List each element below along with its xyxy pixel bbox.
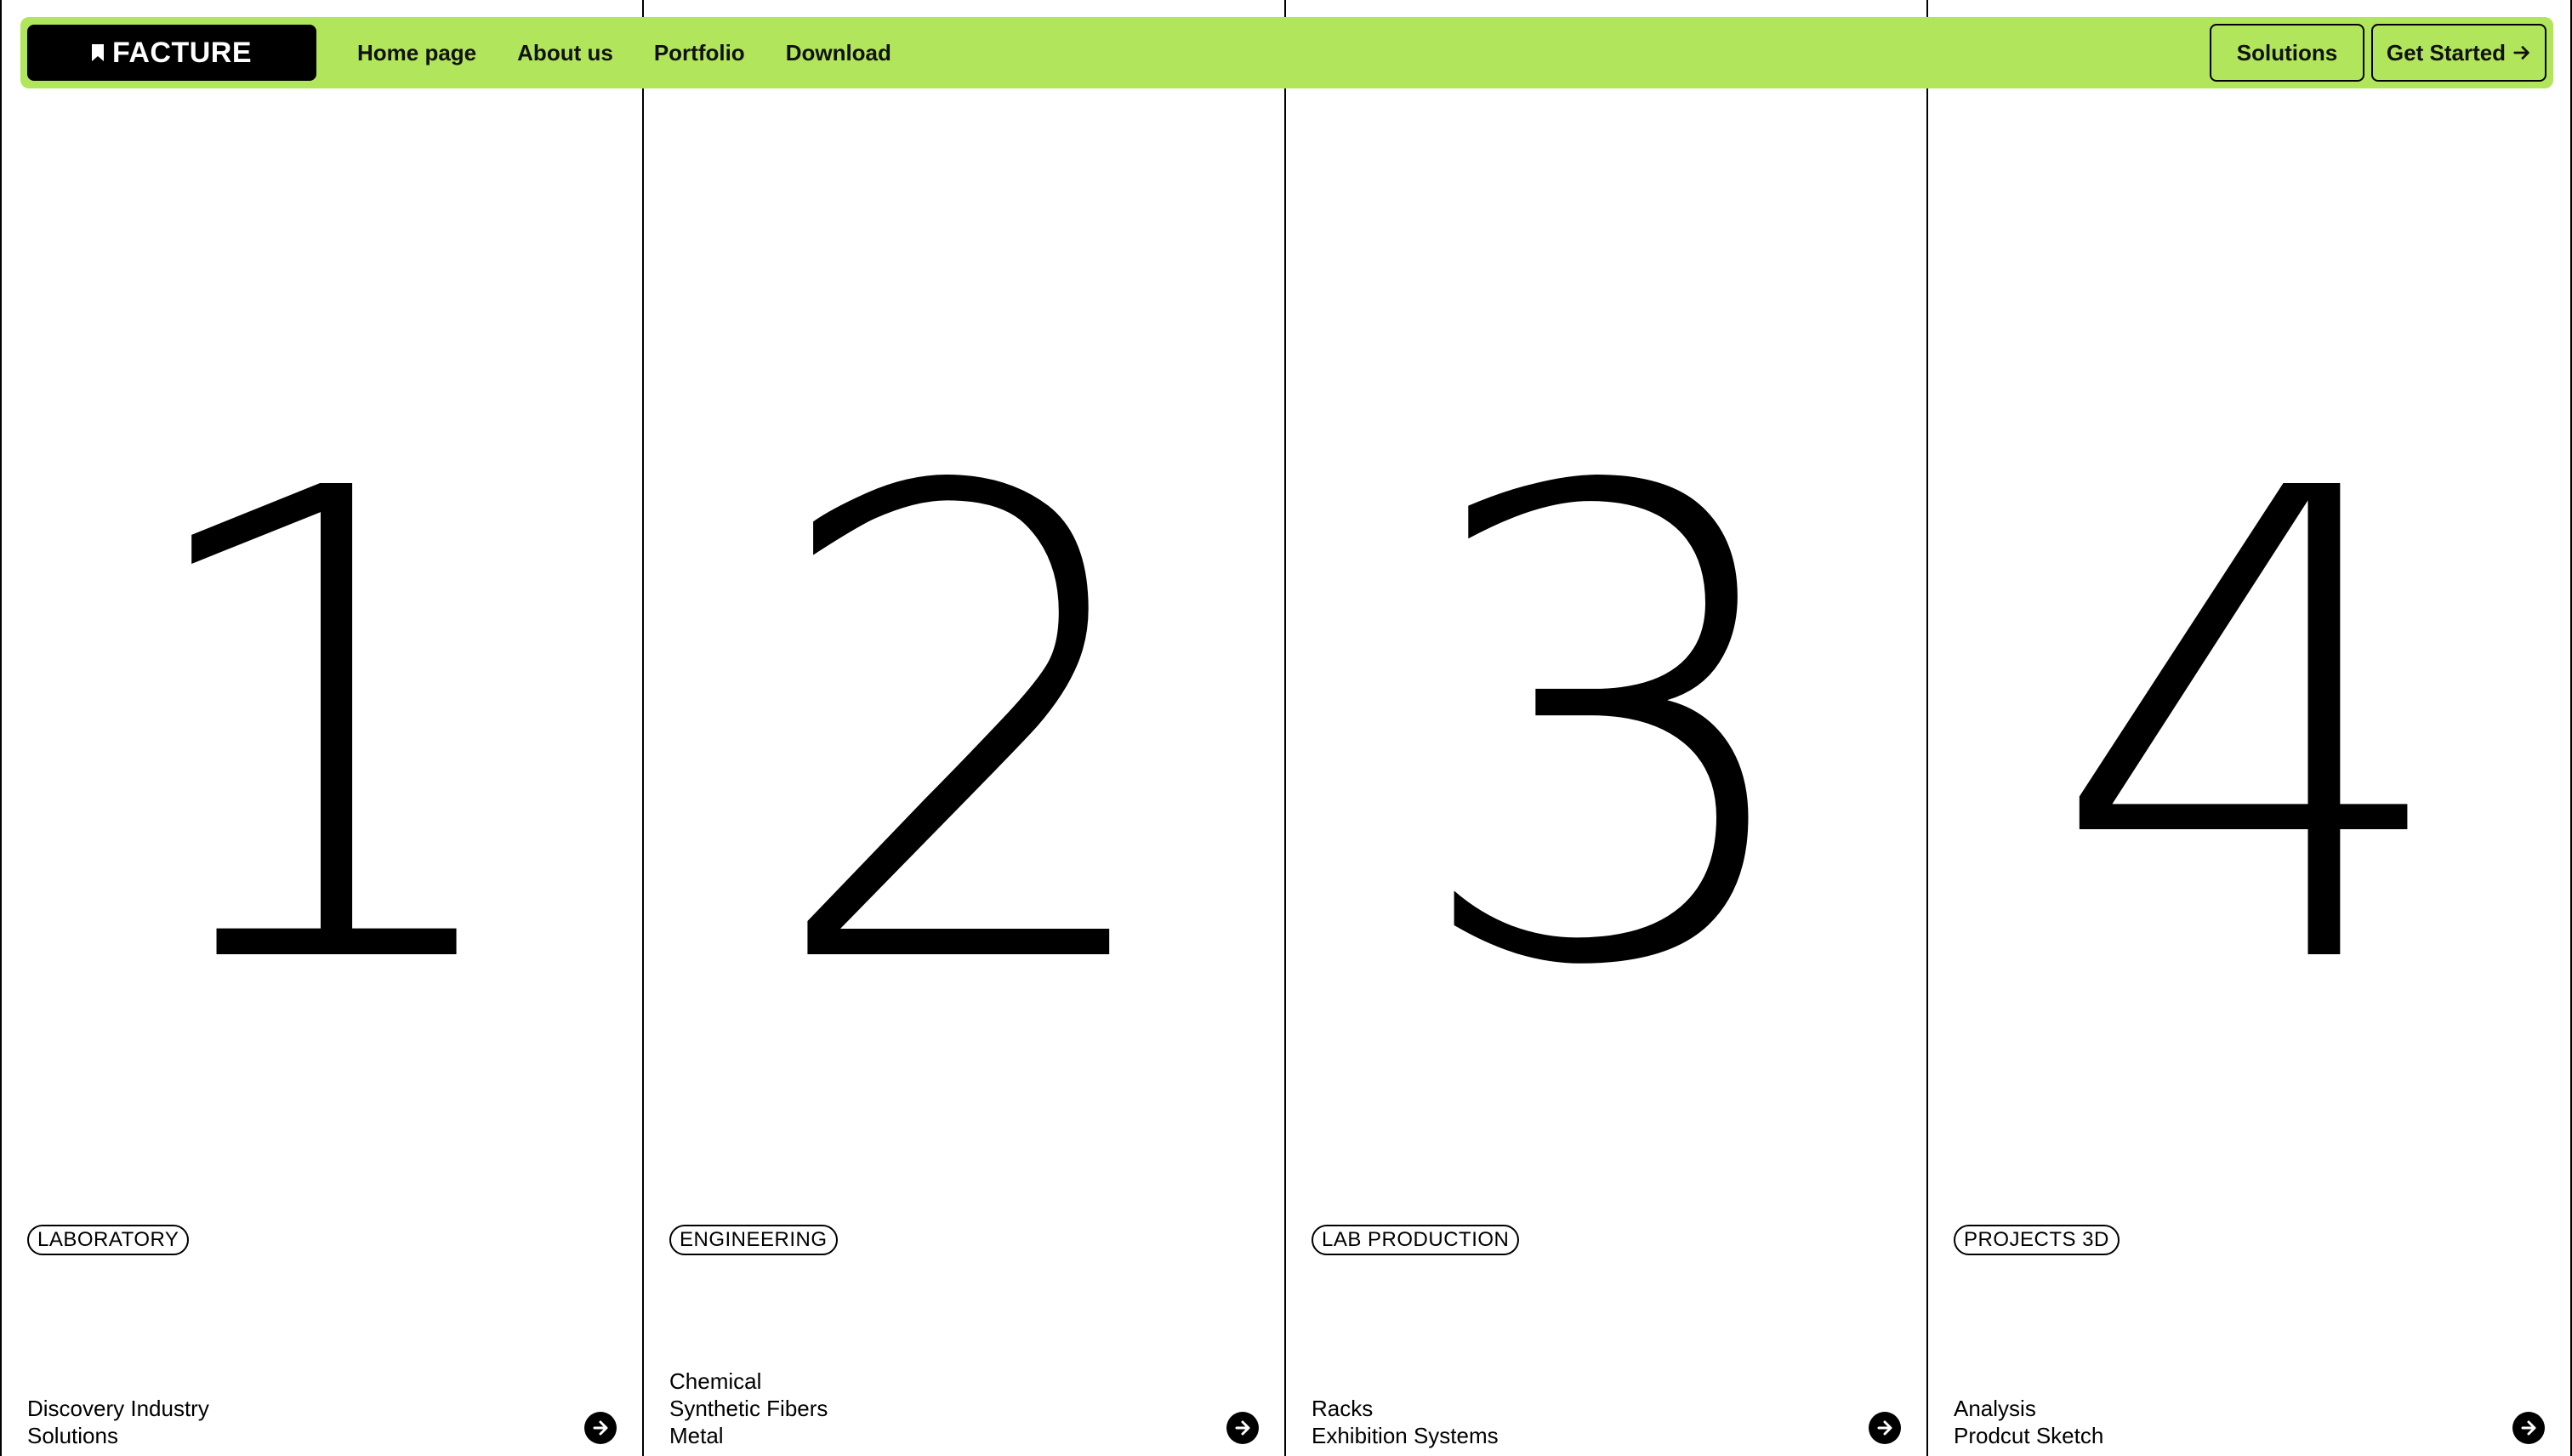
column-1[interactable]: 1 LABORATORY Discovery Industry Solution…: [2, 0, 644, 1456]
nav-link-about[interactable]: About us: [517, 40, 613, 66]
arrow-right-circle-icon[interactable]: [2512, 1412, 2545, 1444]
column-description: Discovery Industry Solutions: [27, 1395, 209, 1449]
nav-link-home[interactable]: Home page: [357, 40, 476, 66]
description-line: Prodcut Sketch: [1954, 1423, 2104, 1448]
column-description: Racks Exhibition Systems: [1312, 1395, 1499, 1449]
nav-actions: Solutions Get Started: [2210, 24, 2546, 82]
description-line: Exhibition Systems: [1312, 1423, 1499, 1448]
description-line: Metal: [669, 1423, 724, 1448]
category-tag: ENGINEERING: [669, 1225, 838, 1255]
get-started-button[interactable]: Get Started: [2371, 24, 2546, 82]
description-line: Racks: [1312, 1396, 1374, 1421]
nav-link-download[interactable]: Download: [786, 40, 891, 66]
column-3[interactable]: 3 LAB PRODUCTION Racks Exhibition System…: [1286, 0, 1928, 1456]
nav-link-portfolio[interactable]: Portfolio: [654, 40, 745, 66]
page: 1 LABORATORY Discovery Industry Solution…: [0, 0, 2572, 1456]
description-line: Solutions: [27, 1423, 118, 1448]
column-number: 3: [1404, 355, 1817, 1107]
category-tag: LABORATORY: [27, 1225, 190, 1255]
solutions-label: Solutions: [2236, 39, 2338, 65]
columns: 1 LABORATORY Discovery Industry Solution…: [2, 0, 2570, 1456]
description-line: Chemical: [669, 1368, 762, 1394]
logo[interactable]: FACTURE: [27, 25, 316, 81]
solutions-button[interactable]: Solutions: [2210, 24, 2364, 82]
arrow-right-circle-icon[interactable]: [1869, 1412, 1901, 1444]
description-line: Discovery Industry: [27, 1396, 209, 1421]
category-tag: LAB PRODUCTION: [1312, 1225, 1520, 1255]
logo-text: FACTURE: [111, 36, 253, 69]
description-line: Synthetic Fibers: [669, 1396, 828, 1421]
arrow-right-circle-icon[interactable]: [584, 1412, 617, 1444]
column-description: Analysis Prodcut Sketch: [1954, 1395, 2103, 1449]
column-4[interactable]: 4 PROJECTS 3D Analysis Prodcut Sketch: [1928, 0, 2570, 1456]
column-number: 2: [762, 355, 1175, 1107]
column-number: 4: [2047, 355, 2460, 1107]
column-description: Chemical Synthetic Fibers Metal: [669, 1368, 828, 1449]
bookmark-icon: [91, 44, 104, 61]
get-started-label: Get Started: [2386, 39, 2507, 65]
description-line: Analysis: [1954, 1396, 2036, 1421]
arrow-right-circle-icon[interactable]: [1226, 1412, 1259, 1444]
arrow-right-icon: [2513, 46, 2529, 60]
column-number: 1: [120, 355, 532, 1107]
category-tag: PROJECTS 3D: [1954, 1225, 2120, 1255]
column-2[interactable]: 2 ENGINEERING Chemical Synthetic Fibers …: [644, 0, 1286, 1456]
nav-links: Home page About us Portfolio Download: [357, 40, 932, 66]
top-navbar: FACTURE Home page About us Portfolio Dow…: [20, 17, 2553, 88]
